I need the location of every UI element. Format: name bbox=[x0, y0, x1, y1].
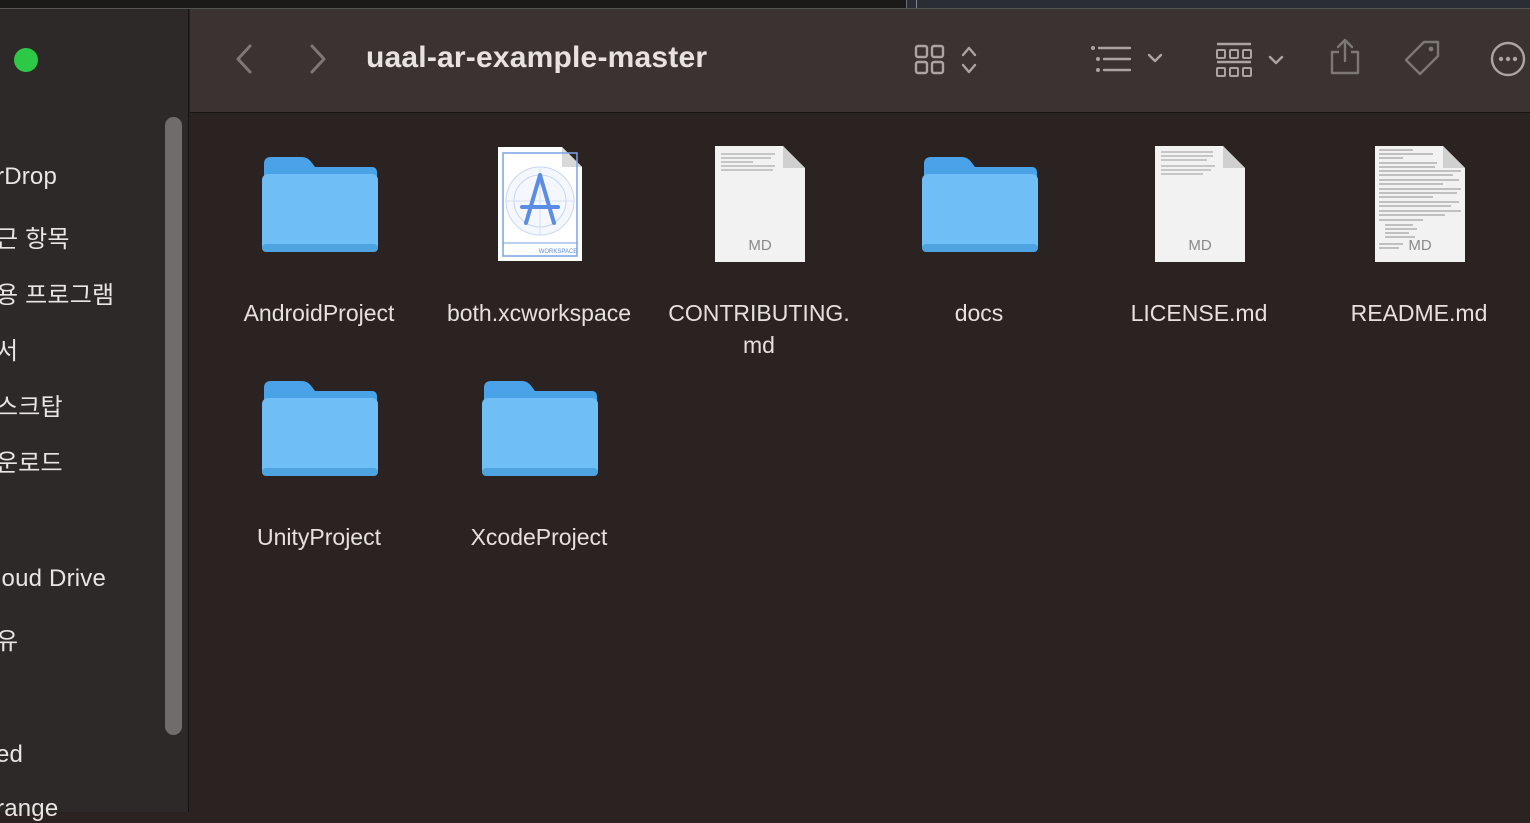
sidebar-item-icloud-drive[interactable]: loud Drive bbox=[0, 565, 106, 593]
sidebar-scrollbar[interactable] bbox=[165, 117, 182, 735]
file-item[interactable]: docs bbox=[869, 129, 1089, 349]
workspace-badge: WORKSPACE bbox=[539, 249, 578, 255]
file-name: UnityProject bbox=[257, 524, 381, 550]
icon-view-icon[interactable] bbox=[913, 43, 983, 77]
group-icon[interactable] bbox=[1214, 41, 1294, 79]
window-title: uaal-ar-example-master bbox=[366, 41, 708, 74]
file-name: both.xcworkspace bbox=[446, 300, 632, 326]
file-item[interactable]: MD LICENSE.md bbox=[1089, 129, 1309, 349]
file-item[interactable]: WORKSPACE both.xcworkspace bbox=[429, 129, 649, 349]
md-badge: MD bbox=[748, 237, 771, 254]
file-item[interactable]: MD README.md bbox=[1309, 129, 1529, 349]
markdown-file-icon: MD bbox=[715, 146, 805, 262]
folder-icon bbox=[262, 381, 378, 476]
sidebar-item-desktop[interactable]: 스크탑 bbox=[0, 387, 63, 422]
file-name: XcodeProject bbox=[470, 524, 608, 550]
sidebar-item-applications[interactable]: 용 프로그램 bbox=[0, 275, 114, 310]
markdown-file-icon: MD bbox=[1375, 146, 1465, 262]
file-grid: AndroidProject WORKSPACE both.xcworkspac… bbox=[190, 113, 1530, 812]
list-view-icon[interactable] bbox=[1088, 43, 1168, 77]
file-name: AndroidProject bbox=[243, 300, 395, 326]
sidebar-item-downloads[interactable]: 운로드 bbox=[0, 443, 63, 478]
sidebar-item-recents[interactable]: 근 항목 bbox=[0, 219, 70, 254]
markdown-file-icon: MD bbox=[1155, 146, 1245, 262]
share-icon[interactable] bbox=[1328, 37, 1362, 77]
folder-icon bbox=[922, 157, 1038, 252]
file-item[interactable]: XcodeProject bbox=[429, 353, 649, 573]
forward-icon[interactable] bbox=[306, 43, 328, 75]
top-strip-divider bbox=[916, 0, 917, 8]
sidebar-item-shared[interactable]: 유 bbox=[0, 621, 18, 656]
workspace-file-icon: WORKSPACE bbox=[498, 147, 582, 261]
file-item[interactable]: UnityProject bbox=[209, 353, 429, 573]
file-name: CONTRIBUTING. md bbox=[668, 300, 850, 358]
top-strip bbox=[0, 0, 1530, 9]
sidebar-item-orange-tag[interactable]: range bbox=[0, 795, 58, 823]
tag-icon[interactable] bbox=[1402, 39, 1444, 79]
sidebar-item-airdrop[interactable]: rDrop bbox=[0, 163, 57, 191]
top-strip-selection bbox=[906, 0, 1530, 8]
back-icon[interactable] bbox=[234, 43, 256, 75]
file-name: README.md bbox=[1350, 300, 1488, 326]
file-name: docs bbox=[954, 300, 1004, 326]
file-item[interactable]: MD CONTRIBUTING. md bbox=[649, 129, 869, 358]
toolbar: uaal-ar-example-master bbox=[190, 9, 1530, 113]
folder-icon bbox=[482, 381, 598, 476]
sidebar-item-red-tag[interactable]: ed bbox=[0, 741, 23, 769]
more-icon[interactable] bbox=[1489, 40, 1527, 78]
md-badge: MD bbox=[1408, 237, 1431, 254]
md-badge: MD bbox=[1188, 237, 1211, 254]
sidebar: rDrop 근 항목 용 프로그램 서 스크탑 운로드 loud Drive 유… bbox=[0, 9, 189, 822]
file-name: LICENSE.md bbox=[1130, 300, 1268, 326]
folder-icon bbox=[262, 157, 378, 252]
zoom-window-button[interactable] bbox=[14, 48, 38, 72]
file-item[interactable]: AndroidProject bbox=[209, 129, 429, 349]
sidebar-item-documents[interactable]: 서 bbox=[0, 331, 18, 366]
